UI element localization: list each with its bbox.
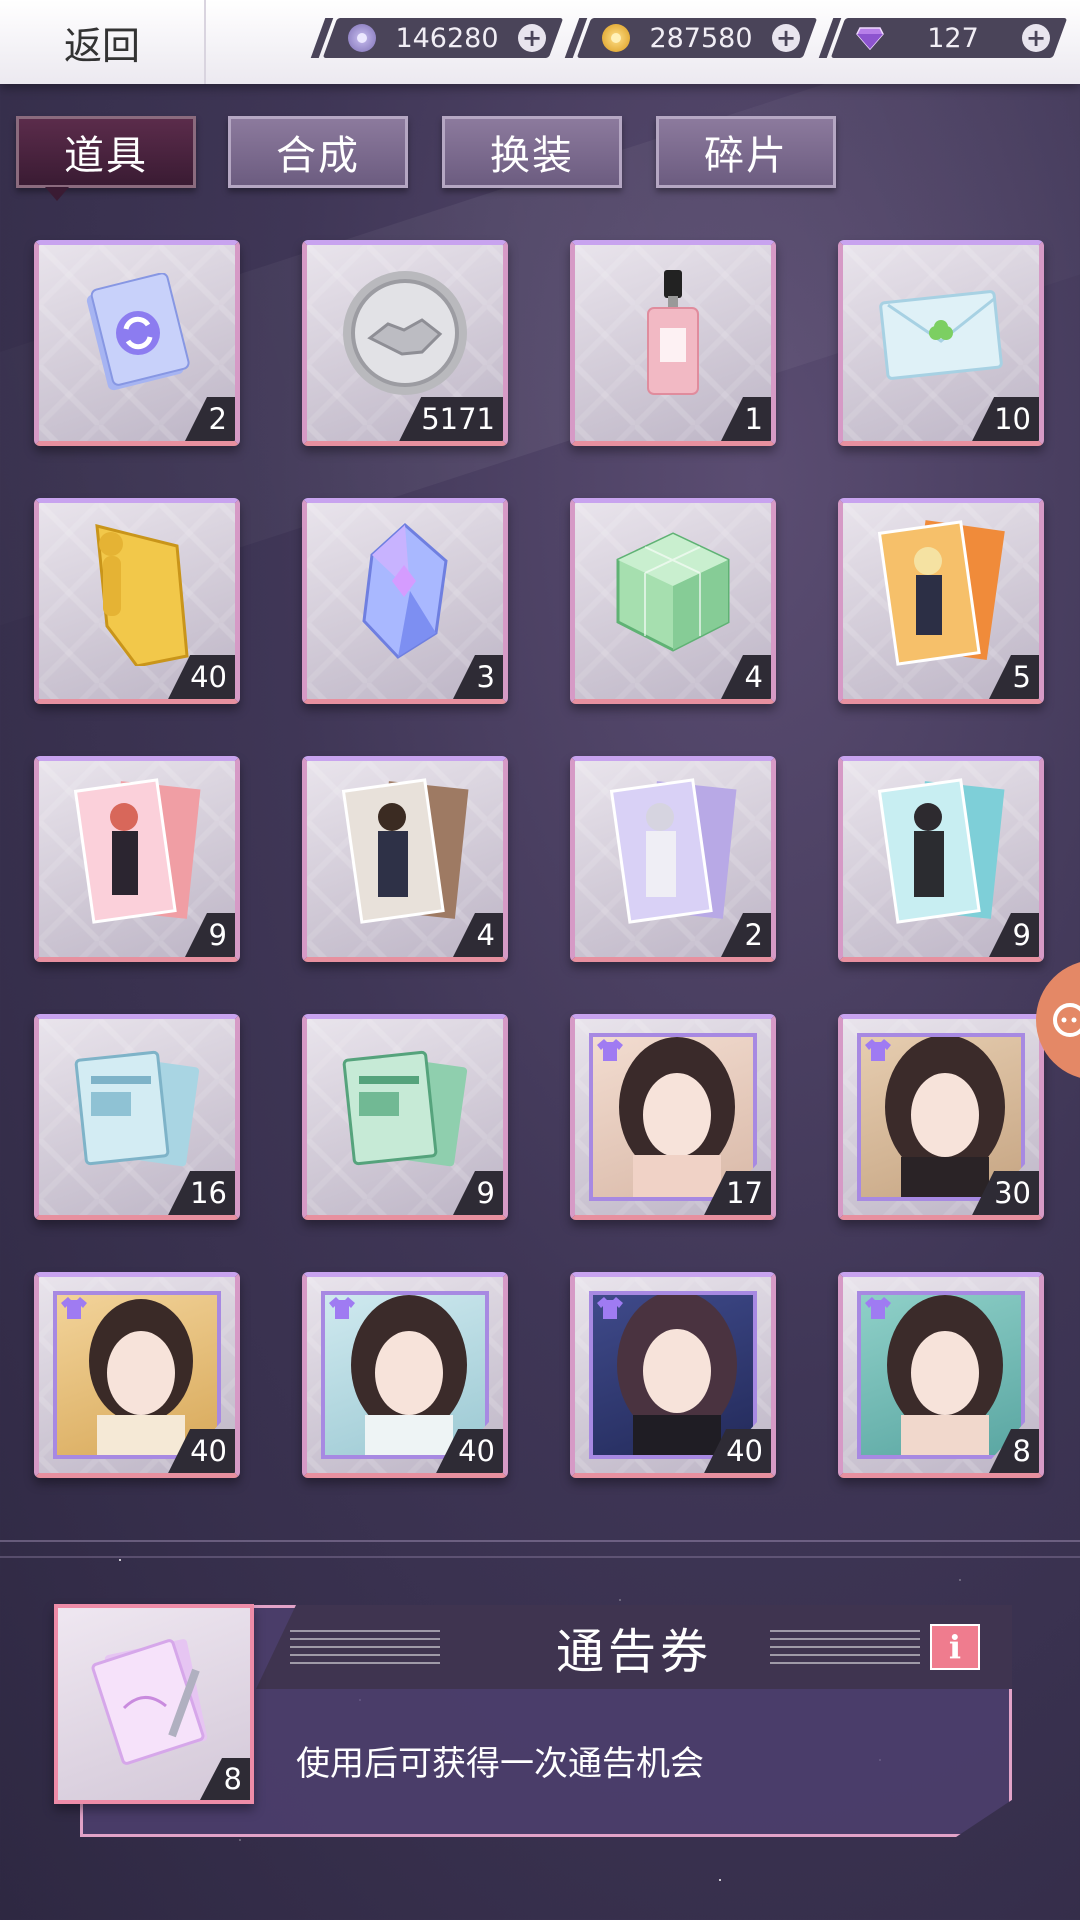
item-card[interactable]: 1: [570, 240, 776, 446]
handshake-coin-icon: [340, 268, 470, 402]
clover-envelope-icon: [876, 283, 1006, 387]
item-card[interactable]: 2: [570, 756, 776, 962]
character-card-pink-icon: [72, 769, 202, 933]
tab-fragments[interactable]: 碎片: [656, 116, 836, 188]
tab-label: 合成: [276, 133, 360, 179]
section-divider: [0, 1540, 1080, 1542]
silver-coin-counter: 146280 +: [322, 18, 564, 58]
character-card-orange-icon: [876, 511, 1006, 675]
notice-ticket-icon: [84, 1628, 224, 1772]
section-divider: [0, 1556, 1080, 1558]
curriculum-book-green-icon: [335, 1042, 475, 1176]
add-silver-button[interactable]: +: [518, 24, 546, 52]
item-count: 2: [185, 397, 235, 441]
item-card[interactable]: 2: [34, 240, 240, 446]
outfit-icon: [863, 1295, 893, 1321]
character-card-cyan-icon: [876, 769, 1006, 933]
item-card[interactable]: 9: [838, 756, 1044, 962]
silver-coin-icon: [348, 24, 376, 52]
blue-crystal-icon: [350, 521, 460, 665]
tab-props[interactable]: 道具: [16, 116, 196, 201]
item-card[interactable]: 30: [838, 1014, 1044, 1220]
golden-trophy-icon: [67, 516, 207, 670]
item-card[interactable]: 5: [838, 498, 1044, 704]
gold-coin-icon: [602, 24, 630, 52]
item-card[interactable]: 40: [34, 1272, 240, 1478]
gold-coin-counter: 287580 +: [576, 18, 818, 58]
program-demand-card-icon: [82, 272, 192, 397]
diamond-icon: [856, 24, 884, 52]
curriculum-book-blue-icon: [67, 1042, 207, 1176]
detail-title: 通告券: [555, 1624, 712, 1680]
diamond-value: 127: [927, 22, 979, 54]
back-button[interactable]: 返回: [0, 0, 206, 84]
add-diamond-button[interactable]: +: [1022, 24, 1050, 52]
tab-outfit[interactable]: 换装: [442, 116, 622, 188]
gold-coin-value: 287580: [649, 22, 753, 54]
green-cube-icon: [608, 526, 738, 660]
item-card[interactable]: 5171: [302, 240, 508, 446]
add-gold-button[interactable]: +: [772, 24, 800, 52]
item-grid: 2 5171 1 10 40 3 4 5 9 4 2 9 16 9 17 30 …: [34, 240, 1046, 1480]
outfit-icon: [595, 1295, 625, 1321]
tab-label: 碎片: [704, 133, 788, 179]
detail-description: 使用后可获得一次通告机会: [296, 1744, 704, 1784]
item-card[interactable]: 9: [302, 1014, 508, 1220]
character-card-brown-icon: [340, 769, 470, 933]
perfume-bottle-icon: [638, 268, 708, 402]
item-card[interactable]: 4: [570, 498, 776, 704]
item-card[interactable]: 40: [302, 1272, 508, 1478]
tab-synthesis[interactable]: 合成: [228, 116, 408, 188]
top-bar: 返回 146280 + 287580 + 127 +: [0, 0, 1080, 84]
item-card[interactable]: 16: [34, 1014, 240, 1220]
item-card[interactable]: 10: [838, 240, 1044, 446]
item-card[interactable]: 9: [34, 756, 240, 962]
outfit-icon: [595, 1037, 625, 1063]
tab-label: 道具: [64, 133, 148, 179]
item-card[interactable]: 17: [570, 1014, 776, 1220]
item-card[interactable]: 3: [302, 498, 508, 704]
item-count: 10: [972, 397, 1039, 441]
item-count: 1: [721, 397, 771, 441]
item-count: 16: [168, 1171, 235, 1215]
selected-item-card: 8: [54, 1604, 254, 1804]
outfit-icon: [59, 1295, 89, 1321]
item-card[interactable]: 40: [570, 1272, 776, 1478]
silver-coin-value: 146280: [395, 22, 499, 54]
chat-bubble-icon: [1053, 1003, 1080, 1037]
item-card[interactable]: 8: [838, 1272, 1044, 1478]
info-button[interactable]: i: [930, 1624, 980, 1670]
item-count: 4: [721, 655, 771, 699]
item-count: 9: [453, 1171, 503, 1215]
outfit-icon: [863, 1037, 893, 1063]
item-card[interactable]: 40: [34, 498, 240, 704]
item-count: 5171: [399, 397, 503, 441]
item-card[interactable]: 4: [302, 756, 508, 962]
outfit-icon: [327, 1295, 357, 1321]
character-card-purple-icon: [608, 769, 738, 933]
item-count: 3: [453, 655, 503, 699]
tab-label: 换装: [490, 133, 574, 179]
diamond-counter: 127 +: [830, 18, 1068, 58]
